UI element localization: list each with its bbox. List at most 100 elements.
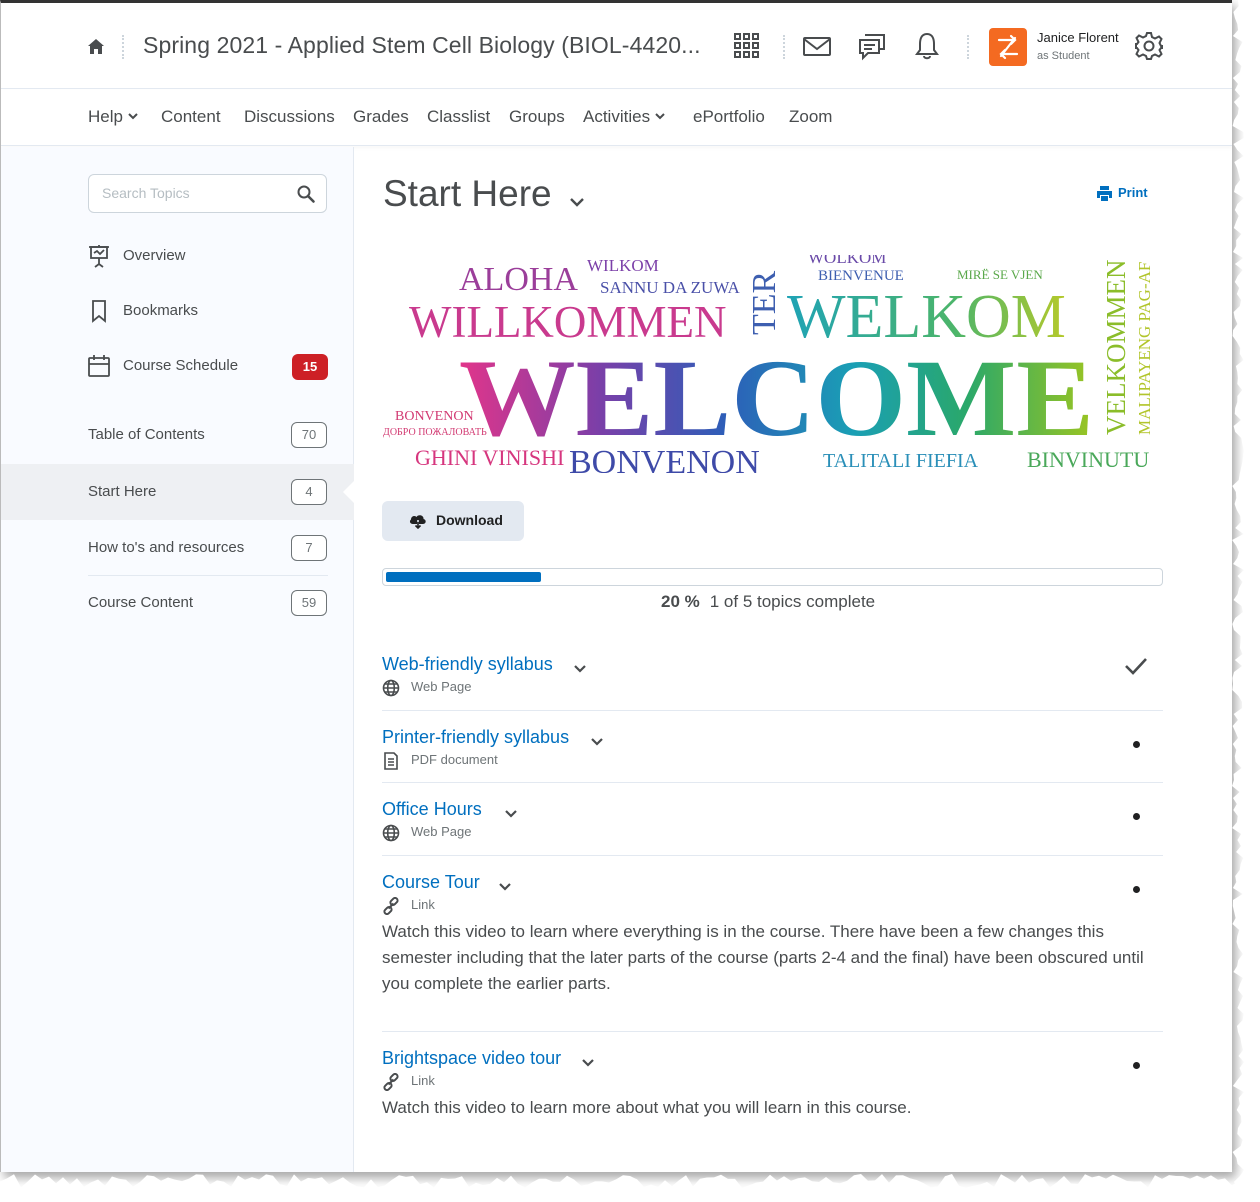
progress-fill bbox=[386, 572, 541, 582]
nav-help[interactable]: Help bbox=[88, 107, 138, 127]
toc-course-content[interactable]: Course Content 59 bbox=[1, 575, 354, 631]
torn-edge bbox=[1232, 0, 1260, 1202]
topic-type: PDF document bbox=[411, 752, 498, 767]
toc-start-here[interactable]: Start Here 4 bbox=[1, 464, 355, 520]
mail-icon[interactable] bbox=[802, 31, 832, 61]
nav-eportfolio[interactable]: ePortfolio bbox=[693, 107, 765, 127]
nav-activities-label: Activities bbox=[583, 107, 651, 126]
topic-title-link[interactable]: Web-friendly syllabus bbox=[382, 654, 553, 675]
sidebar-course-schedule-label: Course Schedule bbox=[123, 357, 239, 374]
banner-word: MALIPAYENG PAG-AF bbox=[1135, 262, 1153, 435]
topic-title-link[interactable]: Course Tour bbox=[382, 872, 480, 893]
chevron-down-icon[interactable] bbox=[581, 1058, 595, 1068]
topic-title-link[interactable]: Office Hours bbox=[382, 799, 482, 820]
progress-text: 20 % 1 of 5 topics complete bbox=[661, 592, 875, 612]
download-button[interactable]: Download bbox=[382, 501, 524, 541]
banner-word: MIRË SE VJEN bbox=[957, 267, 1043, 282]
topic-title-link[interactable]: Printer-friendly syllabus bbox=[382, 727, 569, 748]
banner-word: WILKOM bbox=[587, 256, 659, 275]
progress-percent: 20 % bbox=[661, 592, 700, 611]
progress-summary: 1 of 5 topics complete bbox=[709, 592, 876, 611]
content-sidebar: Search Topics Overview Bookmarks Course … bbox=[1, 147, 355, 1172]
globe-icon bbox=[382, 824, 400, 842]
cloud-download-icon bbox=[409, 515, 426, 529]
overview-icon bbox=[89, 245, 109, 268]
toc-table-of-contents[interactable]: Table of Contents 70 bbox=[1, 407, 354, 463]
chevron-down-icon bbox=[128, 113, 138, 120]
divider bbox=[382, 782, 1163, 783]
toc-label: How to's and resources bbox=[88, 539, 245, 556]
divider bbox=[382, 710, 1163, 711]
sidebar-overview[interactable]: Overview bbox=[88, 242, 328, 272]
incomplete-dot bbox=[1133, 741, 1140, 748]
toc-count: 59 bbox=[291, 590, 327, 616]
banner-word: TER bbox=[746, 270, 783, 335]
nav-content[interactable]: Content bbox=[161, 107, 221, 127]
banner-word: BINVINUTU bbox=[1027, 447, 1149, 472]
sidebar-bookmarks[interactable]: Bookmarks bbox=[88, 297, 328, 327]
banner-word: BONVENON bbox=[569, 444, 760, 473]
chevron-down-icon[interactable] bbox=[573, 664, 587, 674]
nav-discussions[interactable]: Discussions bbox=[244, 107, 335, 127]
banner-word: GHINI VINISHI bbox=[415, 445, 564, 470]
topic-description: Watch this video to learn where everythi… bbox=[382, 922, 1144, 993]
welcome-banner-image: WOLKOM WILKOM ALOHA SANNU DA ZUWA BIENVE… bbox=[383, 255, 1153, 473]
search-placeholder: Search Topics bbox=[102, 185, 190, 201]
toc-count: 7 bbox=[291, 535, 327, 561]
chevron-down-icon[interactable] bbox=[498, 882, 512, 892]
course-header: Spring 2021 - Applied Stem Cell Biology … bbox=[1, 3, 1232, 89]
checkmark-icon bbox=[1125, 658, 1147, 675]
user-name[interactable]: Janice Florent bbox=[1037, 30, 1119, 45]
nav-zoom[interactable]: Zoom bbox=[789, 107, 832, 127]
document-icon bbox=[384, 752, 398, 770]
chevron-down-icon[interactable] bbox=[504, 809, 518, 819]
banner-word: VELKOMMEN bbox=[1101, 260, 1131, 436]
banner-word: BONVENON bbox=[395, 409, 474, 424]
incomplete-dot bbox=[1133, 813, 1140, 820]
banner-word: TALITALI FIEFIA bbox=[823, 450, 979, 472]
chat-icon[interactable] bbox=[857, 31, 887, 61]
sidebar-bookmarks-label: Bookmarks bbox=[123, 302, 199, 319]
banner-word: WELCOME bbox=[459, 337, 1094, 459]
chevron-down-icon bbox=[655, 113, 665, 120]
browser-page: Spring 2021 - Applied Stem Cell Biology … bbox=[0, 0, 1232, 1172]
header-separator bbox=[967, 35, 969, 59]
bookmark-icon bbox=[92, 300, 106, 323]
torn-edge bbox=[0, 1174, 1260, 1202]
nav-activities[interactable]: Activities bbox=[583, 107, 665, 127]
nav-groups[interactable]: Groups bbox=[509, 107, 565, 127]
sidebar-course-schedule[interactable]: Course Schedule 15 bbox=[88, 352, 328, 382]
toc-how-tos[interactable]: How to's and resources 7 bbox=[1, 520, 354, 576]
topic-title-link[interactable]: Brightspace video tour bbox=[382, 1048, 561, 1069]
calendar-icon bbox=[88, 355, 110, 377]
banner-word: BIENVENUE bbox=[818, 268, 904, 284]
topic-description: Watch this video to learn more about wha… bbox=[382, 1098, 912, 1117]
banner-word: WOLKOM bbox=[808, 255, 886, 267]
bell-icon[interactable] bbox=[912, 31, 942, 61]
print-label: Print bbox=[1118, 185, 1148, 200]
schedule-count-badge: 15 bbox=[292, 354, 328, 380]
nav-classlist[interactable]: Classlist bbox=[427, 107, 490, 127]
course-selector-icon[interactable] bbox=[732, 31, 762, 61]
user-role: as Student bbox=[1037, 50, 1090, 62]
gear-icon[interactable] bbox=[1134, 31, 1164, 61]
course-title[interactable]: Spring 2021 - Applied Stem Cell Biology … bbox=[143, 32, 701, 59]
download-label: Download bbox=[436, 512, 503, 528]
header-separator bbox=[783, 35, 785, 59]
nav-grades[interactable]: Grades bbox=[353, 107, 409, 127]
header-separator bbox=[122, 35, 124, 59]
chevron-down-icon[interactable] bbox=[569, 196, 585, 208]
incomplete-dot bbox=[1133, 886, 1140, 893]
topic-type: Link bbox=[411, 1073, 435, 1088]
toc-label: Table of Contents bbox=[88, 426, 205, 443]
sidebar-overview-label: Overview bbox=[123, 247, 186, 264]
topic-type: Web Page bbox=[411, 824, 472, 839]
banner-word: SANNU DA ZUWA bbox=[600, 278, 741, 297]
chevron-down-icon[interactable] bbox=[590, 737, 604, 747]
search-topics-input[interactable]: Search Topics bbox=[88, 174, 327, 213]
home-icon[interactable] bbox=[86, 37, 106, 57]
user-avatar[interactable] bbox=[989, 28, 1027, 66]
search-icon[interactable] bbox=[296, 184, 316, 204]
link-icon bbox=[383, 897, 399, 915]
banner-word: ALOHA bbox=[459, 261, 578, 298]
